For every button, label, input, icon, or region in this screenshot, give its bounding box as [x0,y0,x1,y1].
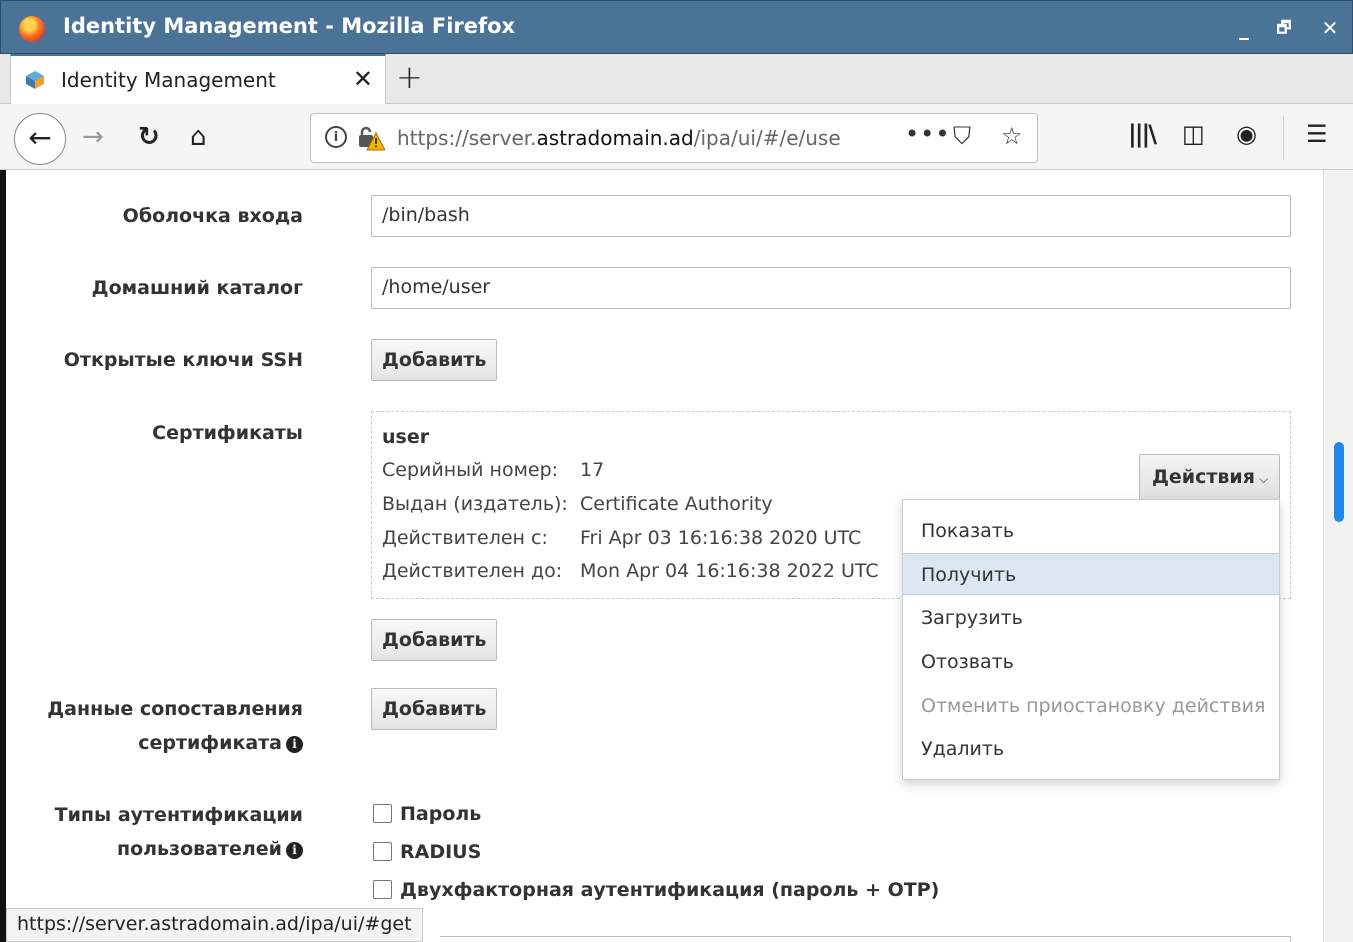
home-dir-label: Домашний каталог [91,277,303,299]
auth-password-checkbox[interactable]: Пароль [373,803,481,825]
status-link-tooltip: https://server.astradomain.ad/ipa/ui/#ge… [6,908,423,942]
cert-serial-row: Серийный номер: 17 [382,459,605,481]
cert-mapping-label-line2: сертификата i [138,726,303,760]
page-actions-icon[interactable]: ••• [905,120,950,148]
reload-icon[interactable]: ↻ [138,122,160,152]
home-dir-input[interactable]: /home/user [371,267,1291,309]
checkbox-icon [373,842,392,861]
auth-types-label-line1: Типы аутентификации [54,804,303,826]
home-icon[interactable]: ⌂ [190,122,207,152]
ssh-keys-label: Открытые ключи SSH [63,349,303,371]
auth-radius-checkbox[interactable]: RADIUS [373,841,481,863]
minimize-button[interactable]: _ [1229,13,1259,43]
cert-mapping-label-line1: Данные сопоставления [47,698,303,720]
url-text[interactable]: https://server.astradomain.ad/ipa/ui/#/e… [397,126,852,150]
certificate-actions-button[interactable]: Действия ⌵ [1139,454,1280,500]
back-icon[interactable]: ← [14,113,66,165]
library-icon[interactable]: |||\ [1128,120,1157,148]
pocket-icon[interactable]: ⛉ [953,122,971,150]
navigation-toolbar: ← → ↻ ⌂ i https://server.astradomain.ad/… [0,104,1353,170]
window-title: Identity Management - Mozilla Firefox [63,14,516,38]
chevron-down-icon: ⌵ [1258,472,1269,486]
menu-icon[interactable]: ☰ [1306,120,1328,148]
scrollbar-thumb[interactable] [1334,442,1344,522]
certificate-name: user [382,426,430,448]
tab-close-button[interactable]: ✕ [353,65,373,93]
tab-title: Identity Management [61,68,276,92]
forward-icon[interactable]: → [82,122,104,152]
auth-otp-checkbox[interactable]: Двухфакторная аутентификация (пароль + O… [373,879,939,901]
menu-item-remove-hold: Отменить приостановку действия [921,695,1266,717]
vertical-scrollbar[interactable] [1323,170,1353,942]
freeipa-favicon-icon [26,71,44,89]
menu-item-download[interactable]: Загрузить [903,597,1279,639]
checkbox-icon [373,804,392,823]
auth-types-label-line2: пользователей i [117,832,303,866]
checkbox-icon [373,880,392,899]
add-cert-mapping-button[interactable]: Добавить [371,688,498,730]
add-ssh-key-button[interactable]: Добавить [371,339,498,381]
cert-valid-from-row: Действителен с: Fri Apr 03 16:16:38 2020 … [382,527,862,549]
menu-item-delete[interactable]: Удалить [903,728,1279,770]
login-shell-label: Оболочка входа [122,205,303,227]
window-titlebar: Identity Management - Mozilla Firefox _ … [0,0,1353,54]
cert-valid-to-row: Действителен до: Mon Apr 04 16:16:38 2022… [382,560,879,582]
firefox-logo-icon [19,16,45,42]
maximize-button[interactable]: 🗗 [1269,13,1299,43]
info-icon[interactable]: i [325,126,347,148]
tab-bar: Identity Management ✕ + [0,54,1353,104]
close-window-button[interactable]: ✕ [1315,13,1345,43]
next-field-partial [440,936,1291,942]
certificate-actions-menu: Показать Получить Загрузить Отозвать Отм… [902,499,1280,780]
sidebar-icon[interactable]: ◫ [1182,120,1205,148]
menu-item-get[interactable]: Получить [903,553,1279,595]
info-icon: i [286,736,303,753]
add-certificate-button[interactable]: Добавить [371,619,498,661]
account-icon[interactable]: ◉ [1236,120,1257,148]
cert-issuer-row: Выдан (издатель): Certificate Authority [382,493,773,515]
new-tab-button[interactable]: + [396,58,423,96]
certificates-label: Сертификаты [152,422,303,444]
tab-identity-management[interactable]: Identity Management ✕ [10,54,386,104]
bookmark-star-icon[interactable]: ☆ [1001,122,1023,150]
menu-item-revoke[interactable]: Отозвать [903,641,1279,683]
menu-item-show[interactable]: Показать [903,510,1279,552]
info-icon: i [286,842,303,859]
toolbar-separator [1283,116,1284,160]
login-shell-input[interactable]: /bin/bash [371,195,1291,237]
insecure-lock-icon[interactable] [357,125,385,151]
url-bar[interactable]: i https://server.astradomain.ad/ipa/ui/#… [310,113,1038,163]
